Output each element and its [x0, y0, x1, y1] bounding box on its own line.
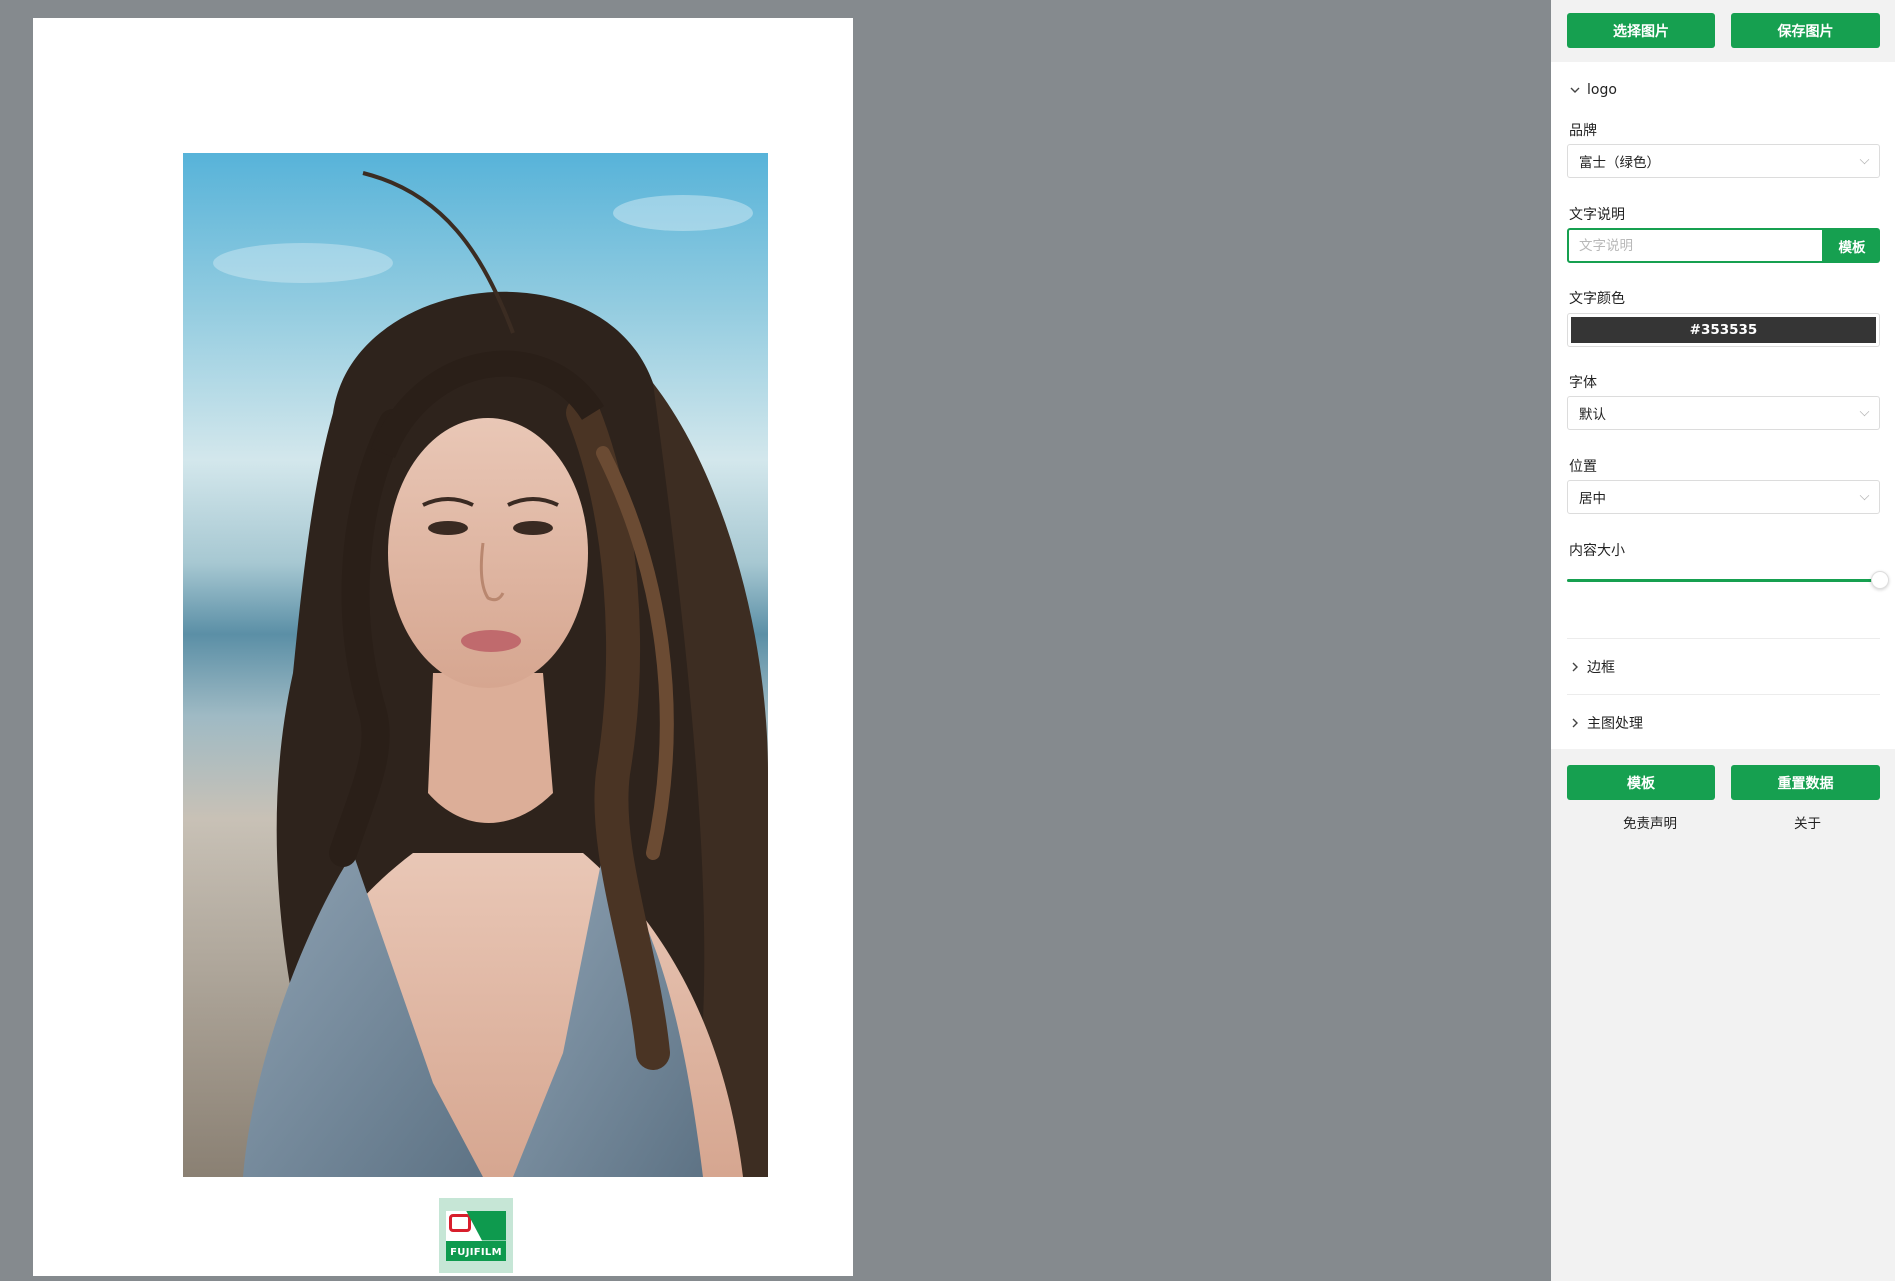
font-select-value: 默认 [1579, 407, 1606, 423]
disclaimer-link[interactable]: 免责声明 [1623, 812, 1677, 832]
main-photo [183, 153, 768, 1177]
fujifilm-logo-icon: FUJIFILM [446, 1210, 506, 1261]
logo-section-header[interactable]: logo [1567, 62, 1880, 117]
brand-logo-red-mark [449, 1213, 471, 1232]
caret-down-icon [1859, 154, 1870, 165]
settings-panel: logo 品牌 富士（绿色） 文字说明 模板 文字颜色 #353535 字体 默… [1551, 62, 1895, 749]
content-size-label: 内容大小 [1569, 543, 1625, 559]
content-size-slider[interactable] [1567, 570, 1889, 590]
chevron-down-icon [1567, 84, 1583, 96]
text-color-label: 文字颜色 [1569, 291, 1625, 307]
caret-down-icon [1859, 406, 1870, 417]
brand-select[interactable]: 富士（绿色） [1567, 144, 1880, 178]
chevron-right-icon [1567, 717, 1583, 729]
settings-sidebar: 选择图片 保存图片 logo 品牌 富士（绿色） 文字说明 模板 文字颜色 #3… [1551, 0, 1895, 1281]
text-color-swatch: #353535 [1571, 317, 1876, 343]
select-image-button[interactable]: 选择图片 [1567, 13, 1715, 48]
position-label: 位置 [1569, 459, 1597, 475]
main-image-section-title: 主图处理 [1587, 715, 1643, 732]
save-image-button[interactable]: 保存图片 [1731, 13, 1880, 48]
caption-template-button[interactable]: 模板 [1824, 228, 1880, 263]
brand-logo-text: FUJIFILM [450, 1246, 502, 1258]
template-button[interactable]: 模板 [1567, 765, 1715, 800]
watermark-paper: FUJIFILM [33, 18, 853, 1276]
reset-data-button[interactable]: 重置数据 [1731, 765, 1880, 800]
text-color-picker[interactable]: #353535 [1567, 313, 1880, 347]
preview-canvas: FUJIFILM [0, 0, 1551, 1281]
top-toolbar: 选择图片 保存图片 [1551, 0, 1895, 62]
caption-input-group: 模板 [1567, 228, 1880, 263]
caption-label: 文字说明 [1569, 207, 1625, 223]
brand-select-value: 富士（绿色） [1579, 155, 1660, 171]
caption-input[interactable] [1567, 228, 1824, 263]
brand-logo-green-mark [466, 1210, 506, 1241]
slider-handle[interactable] [1871, 571, 1889, 589]
portrait-illustration [183, 153, 768, 1177]
main-image-section-header[interactable]: 主图处理 [1567, 695, 1880, 750]
position-select[interactable]: 居中 [1567, 480, 1880, 514]
brand-logo-fujifilm: FUJIFILM [439, 1198, 513, 1273]
border-section-title: 边框 [1587, 659, 1615, 676]
caret-down-icon [1859, 490, 1870, 501]
about-link[interactable]: 关于 [1794, 812, 1821, 832]
font-label: 字体 [1569, 375, 1597, 391]
brand-label: 品牌 [1569, 123, 1597, 139]
font-select[interactable]: 默认 [1567, 396, 1880, 430]
logo-section-title: logo [1587, 81, 1617, 98]
slider-fill [1567, 579, 1880, 582]
border-section-header[interactable]: 边框 [1567, 639, 1880, 694]
position-select-value: 居中 [1579, 491, 1606, 507]
chevron-right-icon [1567, 661, 1583, 673]
